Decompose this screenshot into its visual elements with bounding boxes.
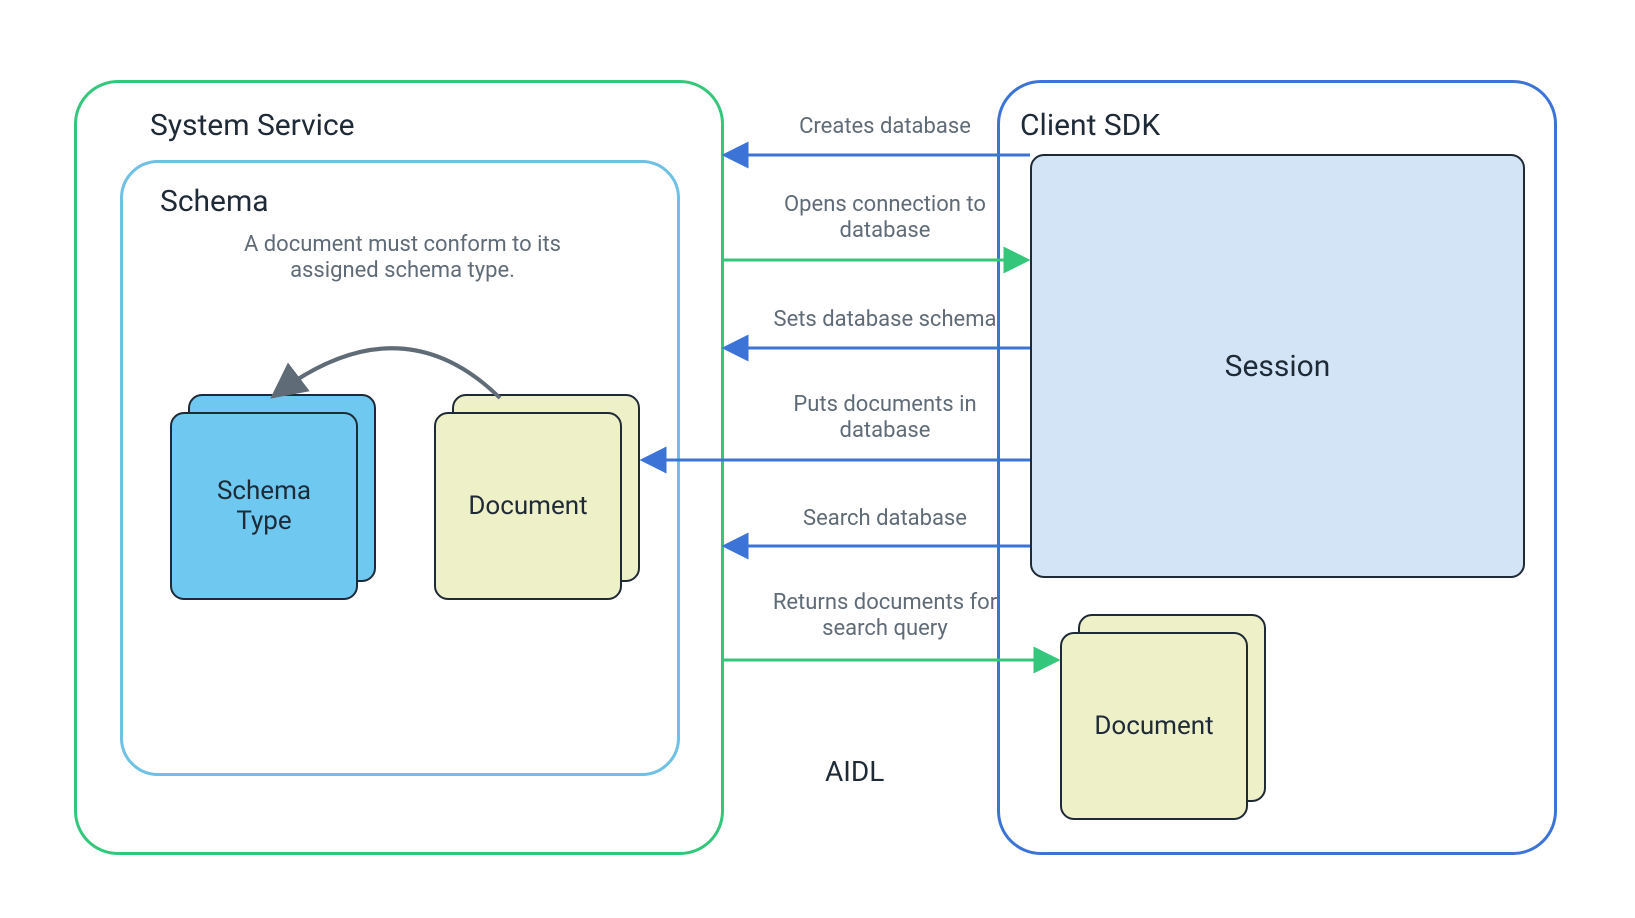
client-document-card-front: Document [1060,632,1248,820]
session-box: Session [1030,154,1525,578]
schema-type-card-front: Schema Type [170,412,358,600]
arrow-label-returns-documents: Returns documents for search query [750,590,1020,642]
arrow-label-creates-database: Creates database [750,114,1020,140]
schema-note: A document must conform to its assigned … [225,232,580,284]
aidl-label: AIDL [825,755,884,788]
schema-document-card-stack: Document [434,394,640,600]
schema-type-card-stack: Schema Type [170,394,376,600]
schema-document-card-front: Document [434,412,622,600]
system-service-title: System Service [150,108,355,143]
arrow-label-puts-documents: Puts documents in database [750,392,1020,444]
schema-title: Schema [160,184,269,219]
client-document-card-stack: Document [1060,614,1266,820]
arrow-label-search-database: Search database [750,506,1020,532]
client-sdk-title: Client SDK [1020,108,1160,143]
arrow-label-opens-connection: Opens connection to database [750,192,1020,244]
arrow-label-sets-schema: Sets database schema [750,307,1020,333]
